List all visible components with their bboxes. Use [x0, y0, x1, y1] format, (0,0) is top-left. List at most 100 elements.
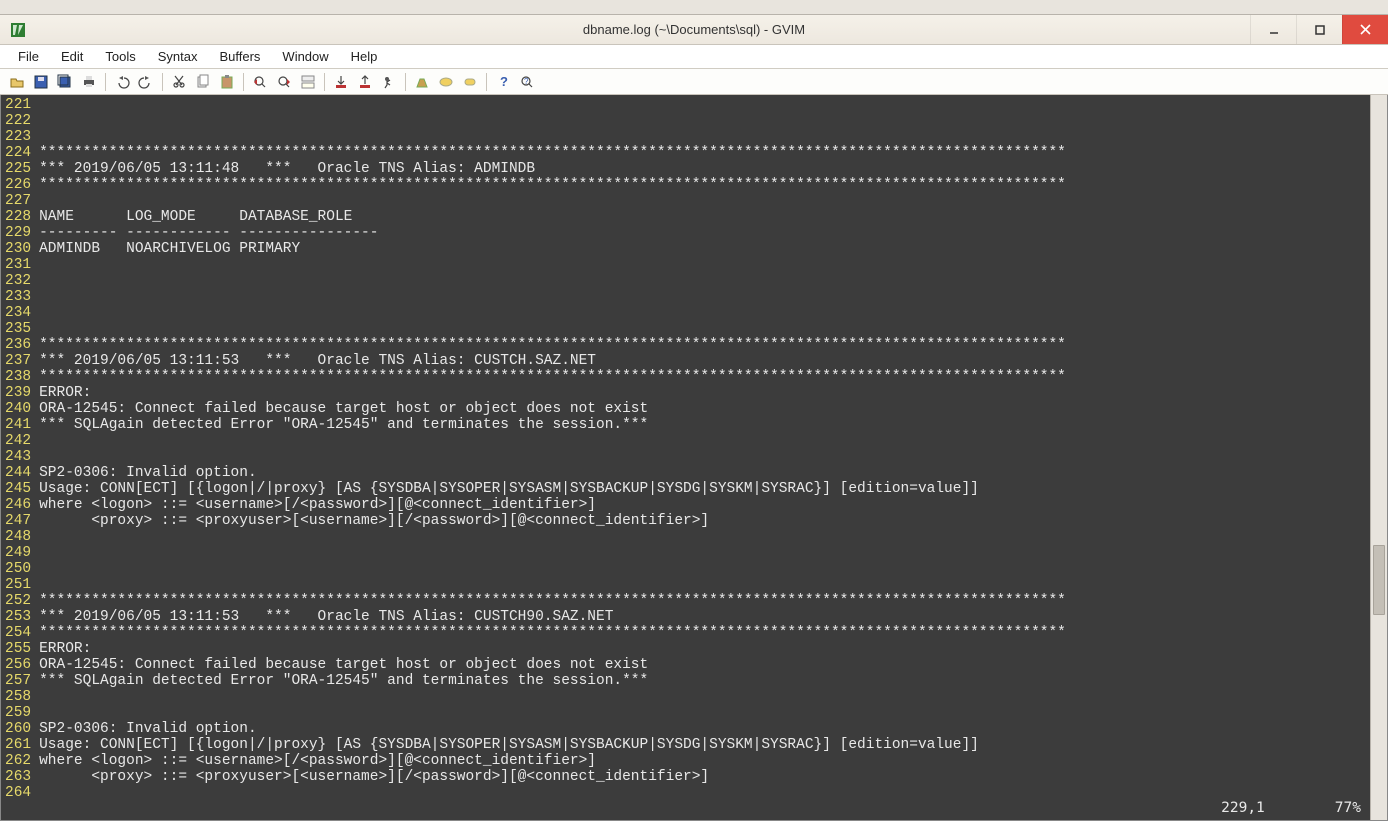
code-line[interactable]	[39, 273, 1370, 289]
undo-icon[interactable]	[111, 72, 133, 92]
code-line[interactable]: ****************************************…	[39, 369, 1370, 385]
code-line[interactable]	[39, 305, 1370, 321]
line-number: 231	[5, 257, 31, 273]
save-all-icon[interactable]	[54, 72, 76, 92]
menu-tools[interactable]: Tools	[95, 47, 145, 66]
paste-icon[interactable]	[216, 72, 238, 92]
code-line[interactable]	[39, 561, 1370, 577]
menu-syntax[interactable]: Syntax	[148, 47, 208, 66]
vertical-scrollbar[interactable]	[1370, 95, 1387, 820]
code-line[interactable]	[39, 577, 1370, 593]
code-line[interactable]: --------- ------------ ----------------	[39, 225, 1370, 241]
menu-buffers[interactable]: Buffers	[209, 47, 270, 66]
close-button[interactable]	[1342, 15, 1388, 44]
code-line[interactable]: *** 2019/06/05 13:11:48 *** Oracle TNS A…	[39, 161, 1370, 177]
code-line[interactable]: where <logon> ::= <username>[/<password>…	[39, 753, 1370, 769]
editor-area[interactable]: 2212222232242252262272282292302312322332…	[0, 95, 1388, 821]
help-icon[interactable]: ?	[492, 72, 514, 92]
code-line[interactable]	[39, 97, 1370, 113]
code-line[interactable]: ORA-12545: Connect failed because target…	[39, 401, 1370, 417]
line-number: 233	[5, 289, 31, 305]
code-line[interactable]	[39, 289, 1370, 305]
shell-icon[interactable]	[435, 72, 457, 92]
tag-icon[interactable]	[459, 72, 481, 92]
open-icon[interactable]	[6, 72, 28, 92]
cut-icon[interactable]	[168, 72, 190, 92]
code-line[interactable]	[39, 433, 1370, 449]
code-line[interactable]: <proxy> ::= <proxyuser>[<username>][/<pa…	[39, 769, 1370, 785]
code-line[interactable]	[39, 257, 1370, 273]
scrollbar-thumb[interactable]	[1373, 545, 1385, 615]
line-number: 224	[5, 145, 31, 161]
code-line[interactable]: ****************************************…	[39, 337, 1370, 353]
line-number: 244	[5, 465, 31, 481]
code-line[interactable]: <proxy> ::= <proxyuser>[<username>][/<pa…	[39, 513, 1370, 529]
code-line[interactable]: NAME LOG_MODE DATABASE_ROLE	[39, 209, 1370, 225]
code-line[interactable]: ****************************************…	[39, 145, 1370, 161]
find-prev-icon[interactable]	[249, 72, 271, 92]
redo-icon[interactable]	[135, 72, 157, 92]
code-line[interactable]	[39, 705, 1370, 721]
code-line[interactable]	[39, 321, 1370, 337]
code-line[interactable]	[39, 113, 1370, 129]
line-number: 223	[5, 129, 31, 145]
find-help-icon[interactable]: ?	[516, 72, 538, 92]
run-script-icon[interactable]	[378, 72, 400, 92]
code-line[interactable]: ****************************************…	[39, 625, 1370, 641]
toolbar-separator	[405, 73, 406, 91]
load-session-icon[interactable]	[330, 72, 352, 92]
line-number: 255	[5, 641, 31, 657]
code-line[interactable]: ORA-12545: Connect failed because target…	[39, 657, 1370, 673]
code-line[interactable]: *** 2019/06/05 13:11:53 *** Oracle TNS A…	[39, 609, 1370, 625]
window-controls	[1250, 15, 1388, 44]
code-line[interactable]: Usage: CONN[ECT] [{logon|/|proxy} [AS {S…	[39, 481, 1370, 497]
line-number: 264	[5, 785, 31, 801]
code-line[interactable]	[39, 545, 1370, 561]
line-number: 258	[5, 689, 31, 705]
line-number: 263	[5, 769, 31, 785]
menu-edit[interactable]: Edit	[51, 47, 93, 66]
code-line[interactable]	[39, 449, 1370, 465]
line-number: 256	[5, 657, 31, 673]
line-number: 228	[5, 209, 31, 225]
print-icon[interactable]	[78, 72, 100, 92]
menu-window[interactable]: Window	[272, 47, 338, 66]
titlebar: dbname.log (~\Documents\sql) - GVIM	[0, 15, 1388, 45]
code-line[interactable]: ****************************************…	[39, 593, 1370, 609]
make-icon[interactable]	[411, 72, 433, 92]
code-line[interactable]: where <logon> ::= <username>[/<password>…	[39, 497, 1370, 513]
code-line[interactable]: *** SQLAgain detected Error "ORA-12545" …	[39, 417, 1370, 433]
line-number: 251	[5, 577, 31, 593]
code-line[interactable]: *** 2019/06/05 13:11:53 *** Oracle TNS A…	[39, 353, 1370, 369]
code-line[interactable]	[39, 193, 1370, 209]
copy-icon[interactable]	[192, 72, 214, 92]
code-line[interactable]: ERROR:	[39, 641, 1370, 657]
code-content[interactable]: ****************************************…	[33, 95, 1370, 820]
line-number: 230	[5, 241, 31, 257]
scroll-percent: 77%	[1335, 800, 1361, 816]
menu-help[interactable]: Help	[341, 47, 388, 66]
find-next-icon[interactable]	[273, 72, 295, 92]
code-line[interactable]	[39, 785, 1370, 801]
code-line[interactable]: SP2-0306: Invalid option.	[39, 465, 1370, 481]
code-line[interactable]: Usage: CONN[ECT] [{logon|/|proxy} [AS {S…	[39, 737, 1370, 753]
code-line[interactable]: SP2-0306: Invalid option.	[39, 721, 1370, 737]
line-number: 260	[5, 721, 31, 737]
maximize-button[interactable]	[1296, 15, 1342, 44]
code-line[interactable]	[39, 529, 1370, 545]
window-title: dbname.log (~\Documents\sql) - GVIM	[0, 22, 1388, 37]
replace-icon[interactable]	[297, 72, 319, 92]
code-line[interactable]: ERROR:	[39, 385, 1370, 401]
menu-file[interactable]: File	[8, 47, 49, 66]
save-session-icon[interactable]	[354, 72, 376, 92]
code-line[interactable]	[39, 129, 1370, 145]
save-icon[interactable]	[30, 72, 52, 92]
line-number: 237	[5, 353, 31, 369]
line-number: 259	[5, 705, 31, 721]
code-line[interactable]: ****************************************…	[39, 177, 1370, 193]
minimize-button[interactable]	[1250, 15, 1296, 44]
code-line[interactable]: ADMINDB NOARCHIVELOG PRIMARY	[39, 241, 1370, 257]
svg-text:?: ?	[524, 77, 529, 86]
code-line[interactable]	[39, 689, 1370, 705]
code-line[interactable]: *** SQLAgain detected Error "ORA-12545" …	[39, 673, 1370, 689]
